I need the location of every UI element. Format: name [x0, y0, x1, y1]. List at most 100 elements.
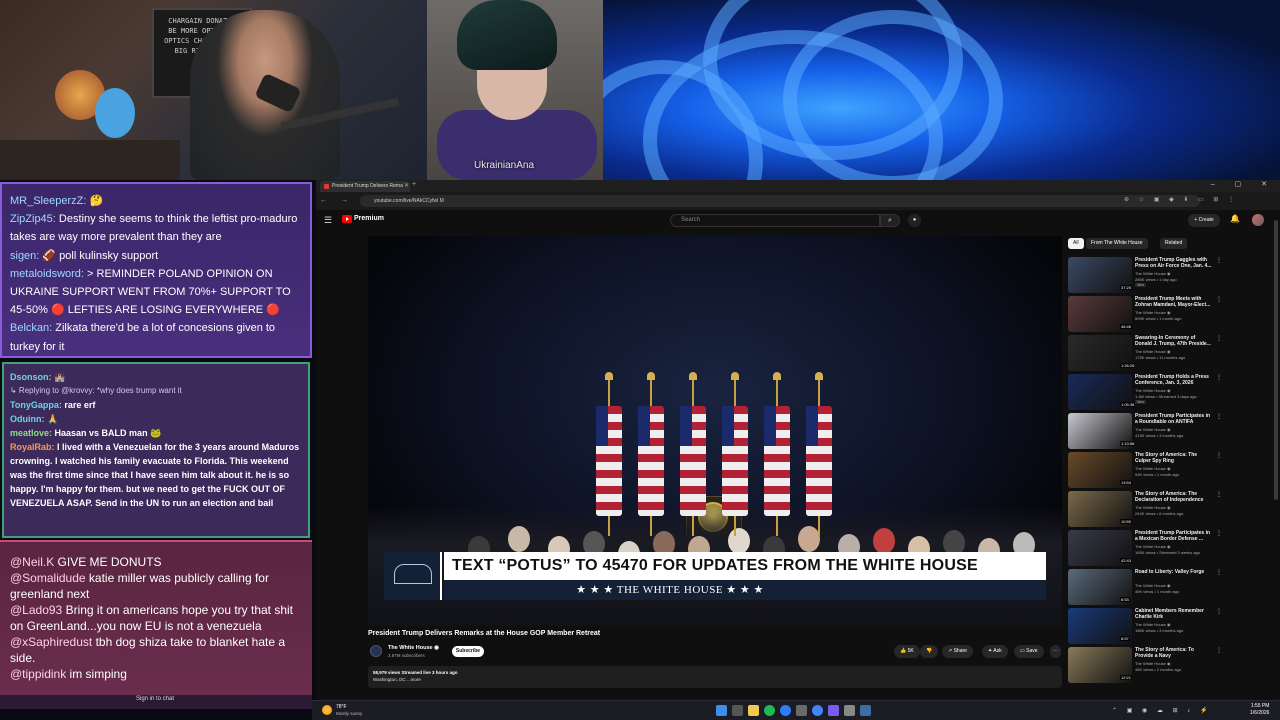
menu-icon[interactable]: ☰ — [324, 215, 332, 226]
close-tab-icon[interactable]: ✕ — [404, 182, 409, 189]
chat-username[interactable]: Dsonson: — [10, 372, 52, 382]
search-icon[interactable]: ⌕ — [880, 214, 900, 227]
recommendation-title[interactable]: Road to Liberty: Valley Forge — [1135, 569, 1213, 575]
dislike-button[interactable]: 👎 — [920, 645, 939, 658]
voice-search-icon[interactable]: ● — [908, 214, 921, 227]
more-options-icon[interactable]: ⋮ — [1216, 257, 1222, 264]
recommendation-title[interactable]: The Story of America: To Provide a Navy — [1135, 647, 1213, 659]
description-snippet[interactable]: Washington, DC ...more — [373, 677, 421, 682]
recommendation-title[interactable]: Cabinet Members Remember Charlie Kirk — [1135, 608, 1213, 620]
recommendation-item[interactable]: 42:43 President Trump Participates in a M… — [1068, 530, 1224, 566]
sign-in-to-chat-link[interactable]: Sign in to chat — [80, 696, 230, 702]
chat-username[interactable]: @Lado93 — [10, 603, 62, 617]
start-icon[interactable] — [716, 705, 727, 716]
chat-username[interactable]: @Neil.K — [10, 555, 54, 569]
recommendation-channel[interactable]: The White House ◉ — [1135, 427, 1171, 432]
recommendation-channel[interactable]: The White House ◉ — [1135, 349, 1171, 354]
extension-icons[interactable]: ⊕ ☆ ▣ ◆ ⬇ ▭ ⊞ ⋮ — [1124, 196, 1238, 203]
recommendation-channel[interactable]: The White House ◉ — [1135, 544, 1171, 549]
recommendation-channel[interactable]: The White House ◉ — [1135, 622, 1171, 627]
more-options-icon[interactable]: ⋮ — [1216, 335, 1222, 342]
chat-username[interactable]: MR_SleeperzZ: — [10, 195, 86, 207]
chat-username[interactable]: Oduinn: — [10, 414, 45, 424]
video-player[interactable]: TEXT “POTUS” TO 45470 FOR UPDATES FROM T… — [368, 236, 1062, 626]
recommendation-title[interactable]: The Story of America: The Culper Spy Rin… — [1135, 452, 1213, 464]
channel-avatar[interactable] — [370, 645, 382, 657]
recommendation-title[interactable]: The Story of America: The Declaration of… — [1135, 491, 1213, 503]
recommendation-item[interactable]: 1:05:38 President Trump Holds a Press Con… — [1068, 374, 1224, 410]
ask-button[interactable]: ✦ Ask — [982, 645, 1008, 658]
share-button[interactable]: ↗ Share — [942, 645, 973, 658]
recommendation-channel[interactable]: The White House ◉ — [1135, 271, 1171, 276]
youtube-brand[interactable]: Premium — [354, 215, 384, 222]
more-options-icon[interactable]: ⋮ — [1216, 647, 1222, 654]
recommendation-channel[interactable]: The White House ◉ — [1135, 466, 1171, 471]
chip-all[interactable]: All — [1068, 238, 1084, 249]
chat-username[interactable]: @xSaphiredust — [10, 635, 92, 649]
search-input[interactable]: Search — [670, 214, 880, 227]
youtube-logo-icon[interactable] — [342, 215, 352, 223]
chrome-icon[interactable] — [812, 705, 823, 716]
recommendation-title[interactable]: President Trump Holds a Press Conference… — [1135, 374, 1213, 386]
chat-username[interactable]: @Somalidude — [10, 571, 86, 585]
description-box[interactable] — [368, 666, 1062, 688]
more-options-icon[interactable]: ⋮ — [1216, 491, 1222, 498]
recommendation-title[interactable]: President Trump Participates in a Mexica… — [1135, 530, 1213, 542]
notifications-icon[interactable]: 🔔 — [1230, 214, 1240, 223]
app-icon[interactable] — [844, 705, 855, 716]
more-options-icon[interactable]: ⋮ — [1216, 296, 1222, 303]
create-button[interactable]: + Create — [1188, 214, 1220, 227]
chat-username[interactable]: ZipZip45: — [10, 213, 56, 225]
app-icon[interactable] — [828, 705, 839, 716]
file-explorer-icon[interactable] — [748, 705, 759, 716]
weather-temperature[interactable]: 78°F — [336, 704, 347, 710]
recommendation-item[interactable]: 12:21 The Story of America: To Provide a … — [1068, 647, 1224, 683]
url-field[interactable]: youtube.com/live/NAkCCyfwl M — [360, 195, 1200, 207]
recommendation-item[interactable]: 46:46 President Trump Meets with Zohran M… — [1068, 296, 1224, 332]
chip-related[interactable]: Related — [1160, 238, 1188, 249]
edge-icon[interactable] — [780, 705, 791, 716]
more-options-icon[interactable]: ⋮ — [1216, 413, 1222, 420]
scrollbar[interactable] — [1274, 220, 1278, 500]
more-actions-button[interactable]: ⋯ — [1050, 645, 1061, 658]
browser-tab[interactable]: President Trump Delivers Rema ✕ — [320, 181, 410, 192]
steam-icon[interactable] — [860, 705, 871, 716]
more-options-icon[interactable]: ⋮ — [1216, 530, 1222, 537]
recommendation-item[interactable]: 8:57 Cabinet Members Remember Charlie Kir… — [1068, 608, 1224, 644]
channel-name[interactable]: The White House ◉ — [388, 645, 439, 651]
recommendation-title[interactable]: President Trump Participates in a Roundt… — [1135, 413, 1213, 425]
recommendation-channel[interactable]: The White House ◉ — [1135, 661, 1171, 666]
avatar[interactable] — [1252, 214, 1264, 226]
like-button[interactable]: 👍 5K — [894, 645, 920, 658]
window-controls[interactable]: – ▢ ✕ — [1211, 180, 1276, 188]
recommendation-channel[interactable]: The White House ◉ — [1135, 583, 1171, 588]
more-options-icon[interactable]: ⋮ — [1216, 374, 1222, 381]
chat-username[interactable]: RoyalRab: — [10, 442, 55, 452]
more-options-icon[interactable]: ⋮ — [1216, 608, 1222, 615]
more-options-icon[interactable]: ⋮ — [1216, 452, 1222, 459]
recommendation-item[interactable]: 1:26:26 Swearing-In Ceremony of Donald J.… — [1068, 335, 1224, 371]
recommendation-channel[interactable]: The White House ◉ — [1135, 310, 1171, 315]
clock[interactable]: 1:55 PM 1/6/2026 — [1250, 703, 1269, 717]
subscribe-button[interactable]: Subscribe — [452, 646, 484, 657]
app-icon[interactable] — [796, 705, 807, 716]
recommendation-channel[interactable]: The White House ◉ — [1135, 388, 1171, 393]
new-tab-icon[interactable]: + — [412, 181, 416, 188]
recommendation-item[interactable]: 1:13:58 President Trump Participates in a… — [1068, 413, 1224, 449]
recommendation-channel[interactable]: The White House ◉ — [1135, 505, 1171, 510]
chat-username[interactable]: metaloidsword: — [10, 268, 84, 280]
recommendation-item[interactable]: 10:50 The Story of America: The Declarati… — [1068, 491, 1224, 527]
save-button[interactable]: ▭ Save — [1014, 645, 1044, 658]
chat-username[interactable]: meatlove: — [10, 428, 52, 438]
recommendation-item[interactable]: 13:54 The Story of America: The Culper Sp… — [1068, 452, 1224, 488]
system-tray[interactable]: ⌃ ▣ ◉ ☁ ⊞ ♪ ⚡ — [1112, 707, 1211, 714]
chip-from-white-house[interactable]: From The White House — [1086, 238, 1148, 249]
search-taskbar-icon[interactable] — [732, 705, 743, 716]
more-options-icon[interactable]: ⋮ — [1216, 569, 1222, 576]
spotify-icon[interactable] — [764, 705, 775, 716]
chat-username[interactable]: @tippidink — [10, 667, 66, 681]
weather-description[interactable]: Mostly sunny — [336, 711, 362, 716]
chat-username[interactable]: TonyGappa: — [10, 400, 62, 410]
recommendation-title[interactable]: President Trump Meets with Zohran Mamdan… — [1135, 296, 1213, 308]
chat-username[interactable]: sigen: — [10, 250, 39, 262]
